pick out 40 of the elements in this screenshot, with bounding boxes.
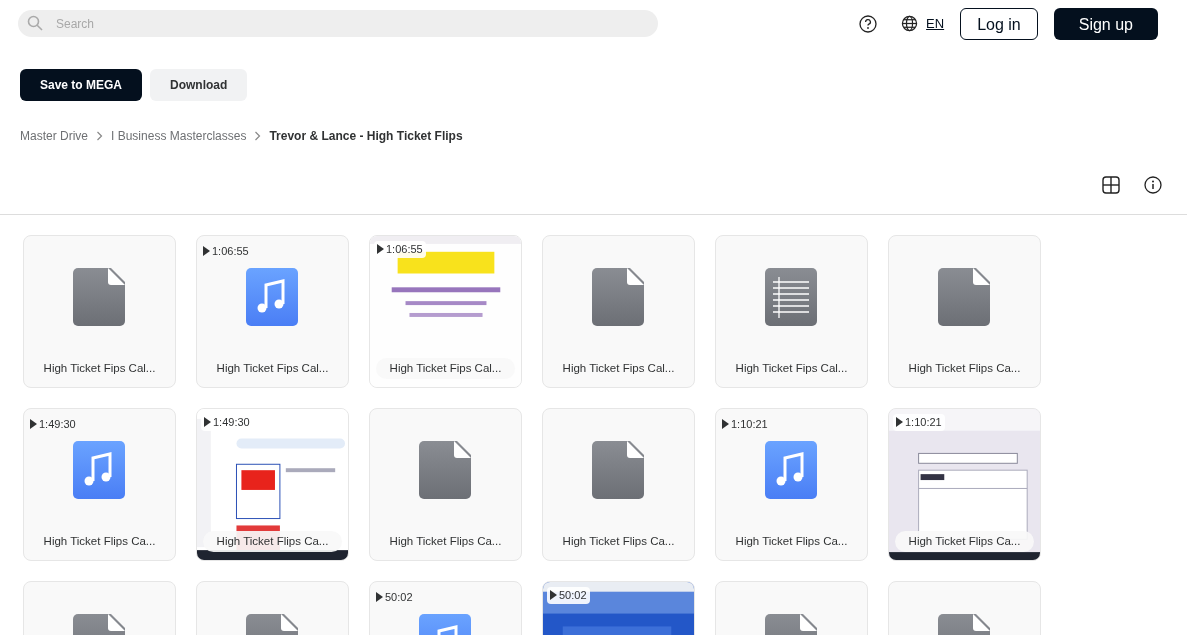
file-name: High Ticket Flips Ca...	[907, 360, 1022, 376]
file-name: High Ticket Fips Cal...	[561, 360, 676, 376]
save-button[interactable]: Save to MEGA	[20, 69, 143, 101]
file-name: High Ticket Flips Ca...	[388, 533, 503, 549]
file-tile[interactable]: 1:06:55 High Ticket Fips Cal...	[369, 235, 522, 388]
breadcrumb-item: Trevor & Lance - High Ticket Flips	[269, 128, 463, 145]
download-button[interactable]: Download	[150, 69, 248, 101]
file-name: High Ticket Flips Ca...	[561, 533, 676, 549]
file-tile[interactable]: High Ticket Fips Cal...	[542, 235, 695, 388]
duration-label: 50:02	[559, 588, 587, 603]
file-tile[interactable]: High Ticket Flips Ca...	[369, 408, 522, 561]
signup-button[interactable]: Sign up	[1053, 7, 1158, 40]
duration-label: 1:49:30	[39, 417, 76, 432]
login-button[interactable]: Log in	[960, 7, 1038, 40]
duration-label: 1:49:30	[213, 415, 250, 430]
file-name: High Ticket Flips Ca...	[42, 533, 157, 549]
file-tile[interactable]: High Ticket Fips Cal...	[23, 235, 176, 388]
language-link[interactable]: EN	[926, 13, 945, 34]
breadcrumb-item[interactable]: I Business Masterclasses	[111, 127, 247, 145]
file-tile[interactable]: 50:02	[369, 581, 522, 635]
file-tile[interactable]: High Ticket Flips Ca...	[888, 235, 1041, 388]
duration-label: 1:06:55	[212, 244, 249, 259]
file-tile[interactable]: 1:10:21 High Ticket Flips Ca...	[715, 408, 868, 561]
file-tile[interactable]: 1:49:30 High Ticket Flips Ca...	[196, 408, 349, 561]
search-field[interactable]: Search	[18, 10, 658, 37]
file-name: High Ticket Fips Cal...	[734, 360, 849, 376]
file-name: High Ticket Fips Cal...	[215, 360, 330, 376]
file-tile[interactable]: High Ticket Flips Ca...	[542, 408, 695, 561]
file-tile[interactable]: 1:06:55 High Ticket Fips Cal...	[196, 235, 349, 388]
duration-label: 50:02	[385, 590, 413, 605]
duration-label: 1:10:21	[731, 417, 768, 432]
file-name: High Ticket Fips Cal...	[42, 360, 157, 376]
file-name: High Ticket Flips Ca...	[734, 533, 849, 549]
duration-label: 1:06:55	[386, 242, 423, 257]
file-tile[interactable]: 1:10:21 High Ticket Flips Ca...	[888, 408, 1041, 561]
file-tile[interactable]: 50:02	[542, 581, 695, 635]
file-tile[interactable]: 1:49:30 High Ticket Flips Ca...	[23, 408, 176, 561]
duration-label: 1:10:21	[905, 415, 942, 430]
file-tile[interactable]: High Ticket Fips Cal...	[715, 235, 868, 388]
breadcrumb-item[interactable]: Master Drive	[20, 127, 88, 145]
